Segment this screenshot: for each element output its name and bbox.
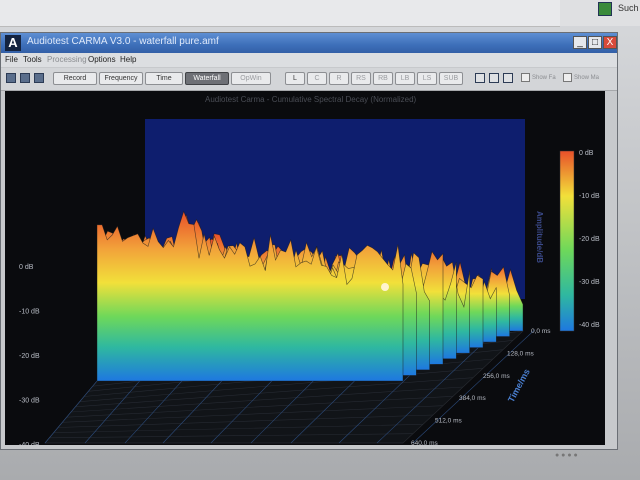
channel-rs[interactable]: RS (351, 72, 371, 85)
peak-marker (381, 283, 389, 291)
minimize-button[interactable]: _ (573, 36, 587, 49)
tab-frequency[interactable]: Frequency (99, 72, 143, 85)
title-bar[interactable]: A Audiotest CARMA V3.0 - waterfall pure.… (1, 33, 617, 53)
show-fa-label: Show Fa (532, 75, 556, 82)
menu-tools[interactable]: Tools (23, 55, 42, 64)
search-label: Such (618, 3, 639, 13)
waterfall-plot-area[interactable]: Audiotest Carma - Cumulative Spectral De… (5, 91, 605, 469)
close-button[interactable]: X (603, 36, 617, 49)
channel-lb[interactable]: LB (395, 72, 415, 85)
zoom-box-icon[interactable] (475, 73, 485, 83)
menu-bar: File Tools Processing Options Help (1, 53, 617, 67)
open-file-icon[interactable] (20, 73, 30, 83)
y-tick-label: -30 dB (19, 398, 40, 405)
checkbox-box[interactable] (521, 73, 530, 82)
colorbar (559, 150, 575, 332)
colorbar-tick-label: -40 dB (579, 322, 600, 329)
show-ma-checkbox[interactable]: Show Ma (563, 73, 599, 82)
maximize-button[interactable]: □ (588, 36, 602, 49)
menu-processing[interactable]: Processing (47, 55, 87, 64)
z-tick-label: 0,0 ms (531, 328, 551, 335)
colorbar-axis-label: Amplitude/dB (535, 211, 544, 263)
channel-c[interactable]: C (307, 72, 327, 85)
background-window-strip (0, 0, 560, 27)
z-tick-label: 256,0 ms (483, 373, 510, 380)
menu-file[interactable]: File (5, 55, 18, 64)
z-tick-label: 512,0 ms (435, 418, 462, 425)
y-tick-label: -40 dB (19, 442, 40, 445)
y-tick-label: -10 dB (19, 309, 40, 316)
app-logo-icon: A (5, 35, 21, 51)
y-tick-label: 0 dB (19, 264, 34, 271)
colorbar-tick-label: -20 dB (579, 236, 600, 243)
carma-window: A Audiotest CARMA V3.0 - waterfall pure.… (0, 32, 618, 469)
tab-opwin[interactable]: OpWin (231, 72, 271, 85)
new-file-icon[interactable] (6, 73, 16, 83)
show-ma-label: Show Ma (574, 75, 600, 82)
colorbar-tick-label: -10 dB (579, 193, 600, 200)
channel-r[interactable]: R (329, 72, 349, 85)
z-axis-label: Time/ms (506, 367, 532, 404)
tab-record[interactable]: Record (53, 72, 97, 85)
tab-time[interactable]: Time (145, 72, 183, 85)
toolbar: Record Frequency Time Waterfall OpWin L … (1, 68, 617, 91)
menu-options[interactable]: Options (88, 55, 116, 64)
move-icon[interactable] (503, 73, 513, 83)
tab-waterfall[interactable]: Waterfall (185, 72, 229, 85)
channel-ls[interactable]: LS (417, 72, 437, 85)
z-tick-label: 384,0 ms (459, 395, 486, 402)
menu-help[interactable]: Help (120, 55, 136, 64)
colorbar-tick-label: 0 dB (579, 150, 594, 157)
chart-title: Audiotest Carma - Cumulative Spectral De… (205, 95, 417, 104)
save-file-icon[interactable] (34, 73, 44, 83)
waterfall-chart: 0 dB -10 dB -20 dB -30 dB -40 dB Amplitude/dB… (19, 119, 600, 469)
channel-l[interactable]: L (285, 72, 305, 85)
z-tick-label: 640,0 ms (411, 440, 438, 445)
colorbar-tick-label: -30 dB (579, 279, 600, 286)
checkbox-box[interactable] (563, 73, 572, 82)
y-tick-label: -20 dB (19, 353, 40, 360)
magnifier-icon[interactable] (489, 73, 499, 83)
status-indicator: ● ● ● ● (555, 452, 578, 459)
channel-rb[interactable]: RB (373, 72, 393, 85)
app-icon[interactable] (598, 2, 612, 16)
show-fa-checkbox[interactable]: Show Fa (521, 73, 556, 82)
window-title: Audiotest CARMA V3.0 - waterfall pure.am… (27, 36, 219, 47)
channel-sub[interactable]: SUB (439, 72, 463, 85)
z-tick-label: 128,0 ms (507, 350, 534, 357)
